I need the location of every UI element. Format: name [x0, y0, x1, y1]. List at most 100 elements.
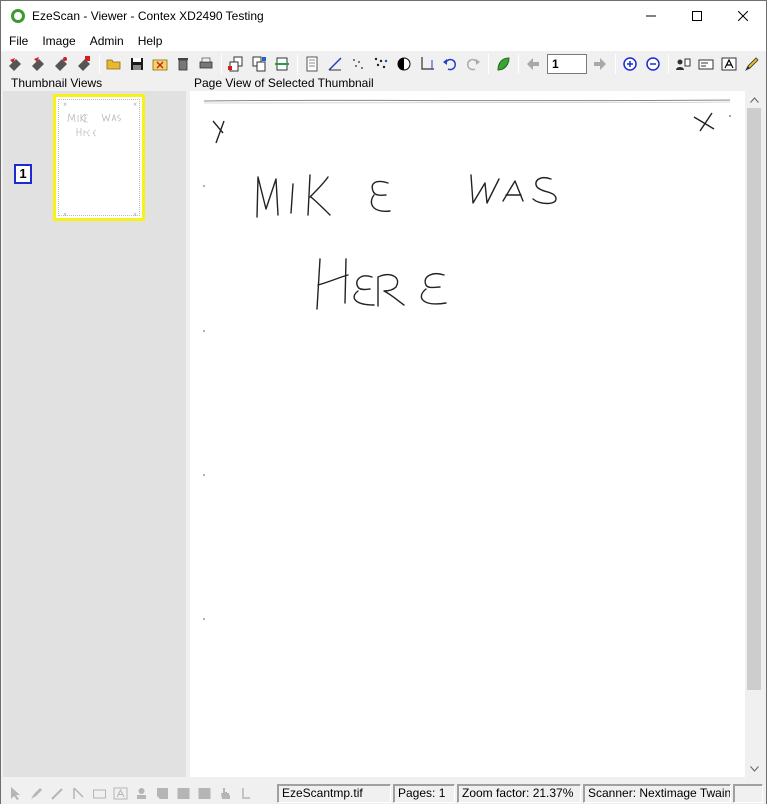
pen-tool[interactable] [47, 784, 68, 802]
deskew-icon [328, 57, 342, 71]
maximize-button[interactable] [674, 1, 720, 31]
scan-button-4[interactable] [73, 53, 95, 75]
svg-text:×: × [63, 212, 67, 217]
title-bar[interactable]: EzeScan - Viewer - Contex XD2490 Testing [1, 1, 766, 31]
note-icon [157, 787, 168, 799]
page-view-scrollbar[interactable] [745, 91, 763, 777]
menu-help[interactable]: Help [131, 31, 170, 51]
page-number-input[interactable]: 1 [547, 54, 587, 74]
chevron-down-icon [749, 765, 759, 772]
handwriting-line-2 [316, 258, 447, 310]
zoom-out-button[interactable] [642, 53, 664, 75]
noise-icon [374, 57, 388, 69]
status-filename: EzeScantmp.tif [277, 783, 391, 803]
delete-button[interactable] [172, 53, 194, 75]
hand-tool[interactable] [215, 784, 236, 802]
app-window: EzeScan - Viewer - Contex XD2490 Testing… [0, 0, 767, 804]
despeckle-button[interactable] [347, 53, 369, 75]
stamp-icon [137, 787, 146, 799]
user-scan-button[interactable] [672, 53, 694, 75]
zoom-in-button[interactable] [619, 53, 641, 75]
insert-page-button[interactable] [225, 53, 247, 75]
rectangle-tool[interactable] [89, 784, 110, 802]
pointer-tool[interactable] [5, 784, 26, 802]
crop-button[interactable] [416, 53, 438, 75]
thumbnail-page-1[interactable]: × × × × [53, 94, 145, 221]
filled-rectangle-icon [177, 787, 190, 799]
line-tool[interactable] [68, 784, 89, 802]
note-tool[interactable] [152, 784, 173, 802]
text-tool[interactable] [110, 784, 131, 802]
scan-button-1[interactable] [4, 53, 26, 75]
menu-file[interactable]: File [1, 31, 35, 51]
print-button[interactable] [195, 53, 217, 75]
scanned-page-image [203, 99, 731, 620]
rectangle-icon [93, 789, 106, 798]
toolbar-separator [221, 54, 222, 74]
scroll-down-button[interactable] [745, 760, 763, 777]
undo-button[interactable] [439, 53, 461, 75]
app-logo-icon [11, 9, 25, 23]
annotate-button[interactable] [741, 53, 763, 75]
append-page-icon [252, 56, 266, 72]
noise-removal-button[interactable] [370, 53, 392, 75]
close-button[interactable] [720, 1, 766, 31]
status-scanner: Scanner: Nextimage Twain 32 [583, 783, 731, 803]
stamp-tool[interactable] [131, 784, 152, 802]
page-view[interactable] [190, 91, 745, 777]
measure-tool[interactable] [236, 784, 257, 802]
undo-icon [443, 58, 457, 71]
menu-image[interactable]: Image [35, 31, 82, 51]
arrow-cursor-icon [11, 786, 20, 800]
close-folder-icon [152, 59, 168, 71]
close-icon [738, 11, 748, 21]
open-button[interactable] [103, 53, 125, 75]
append-page-button[interactable] [248, 53, 270, 75]
scroll-thumb[interactable] [747, 108, 761, 690]
index-button[interactable] [695, 53, 717, 75]
redact-tool[interactable] [194, 784, 215, 802]
fill-rect-tool[interactable] [173, 784, 194, 802]
replace-page-icon [275, 57, 289, 71]
status-pages: Pages: 1 [393, 783, 455, 803]
highlighter-tool[interactable] [26, 784, 47, 802]
scan-button-2[interactable] [27, 53, 49, 75]
split-button[interactable] [301, 53, 323, 75]
minimize-button[interactable] [628, 1, 674, 31]
thumbnail-views-label: Thumbnail Views [11, 76, 103, 90]
contrast-icon [397, 57, 411, 71]
index-card-icon [698, 59, 714, 70]
trash-icon [178, 58, 188, 71]
next-page-button[interactable] [589, 53, 611, 75]
arrow-left-icon [527, 58, 539, 70]
handwriting-line-1b [470, 174, 557, 205]
scan-batch-icon [78, 56, 90, 71]
menu-bar: File Image Admin Help [1, 31, 766, 51]
approve-button[interactable] [492, 53, 514, 75]
svg-text:×: × [133, 102, 137, 108]
toolbar-separator [488, 54, 489, 74]
menu-admin[interactable]: Admin [83, 31, 131, 51]
scan-button-3[interactable] [50, 53, 72, 75]
toolbar-separator [518, 54, 519, 74]
deskew-button[interactable] [324, 53, 346, 75]
folder-open-icon [106, 59, 121, 70]
invert-button[interactable] [393, 53, 415, 75]
thumbnail-number[interactable]: 1 [14, 164, 32, 184]
save-button[interactable] [126, 53, 148, 75]
redo-button[interactable] [462, 53, 484, 75]
thumbnail-image: × × × × [58, 99, 140, 218]
scroll-up-button[interactable] [745, 91, 763, 108]
hand-icon [221, 787, 230, 799]
replace-page-button[interactable] [271, 53, 293, 75]
pen-icon [51, 787, 63, 800]
ocr-button[interactable] [718, 53, 740, 75]
scan-color-icon [32, 57, 44, 71]
previous-page-button[interactable] [522, 53, 544, 75]
scan-duplex-icon [55, 57, 67, 71]
maximize-icon [692, 11, 702, 21]
angle-icon [242, 787, 250, 799]
toolbar-separator [615, 54, 616, 74]
close-file-button[interactable] [149, 53, 171, 75]
status-bar: EzeScantmp.tif Pages: 1 Zoom factor: 21.… [1, 782, 766, 804]
